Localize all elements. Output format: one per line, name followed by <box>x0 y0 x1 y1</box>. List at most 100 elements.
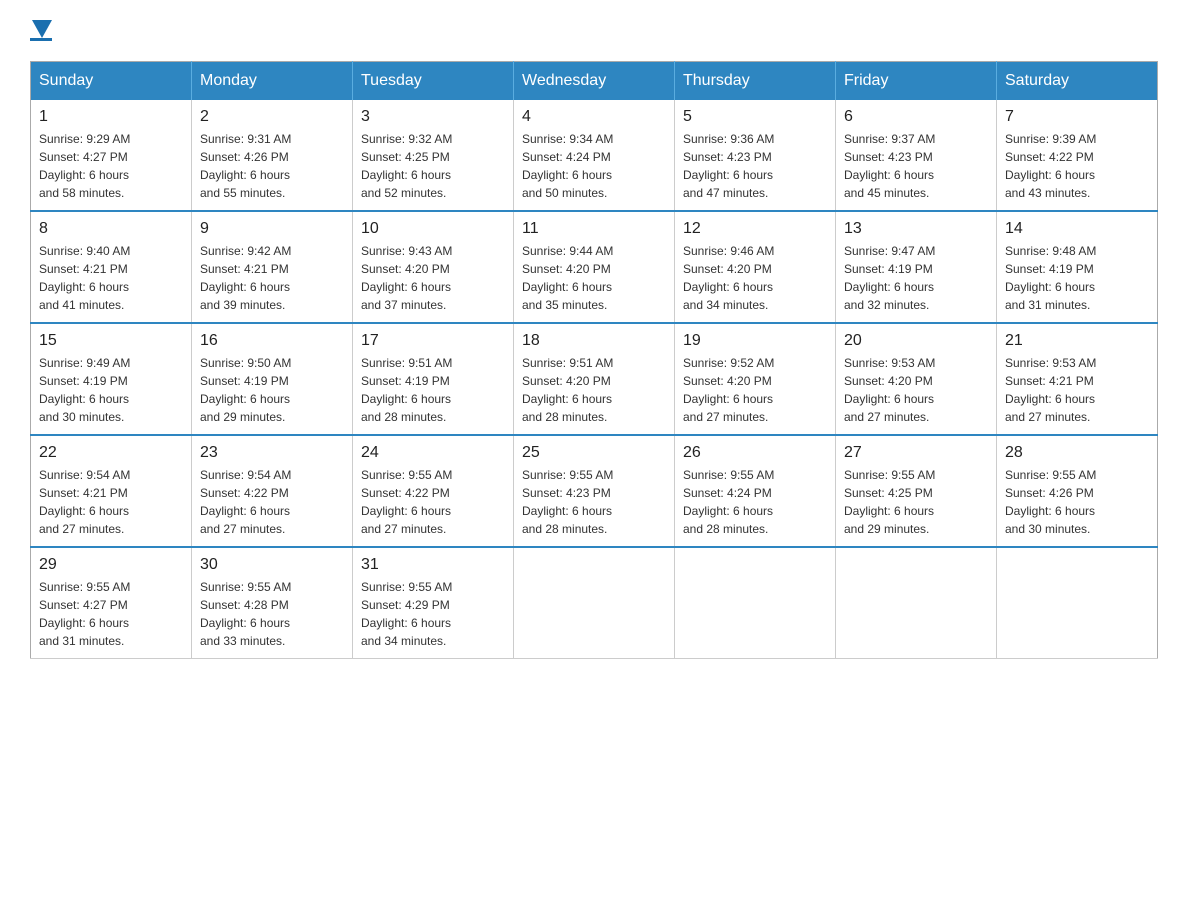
day-info: Sunrise: 9:55 AM Sunset: 4:29 PM Dayligh… <box>361 578 505 650</box>
day-info: Sunrise: 9:53 AM Sunset: 4:20 PM Dayligh… <box>844 354 988 426</box>
day-number: 4 <box>522 108 666 126</box>
day-info: Sunrise: 9:55 AM Sunset: 4:24 PM Dayligh… <box>683 466 827 538</box>
calendar-cell <box>675 547 836 659</box>
header-wednesday: Wednesday <box>514 62 675 101</box>
day-info: Sunrise: 9:46 AM Sunset: 4:20 PM Dayligh… <box>683 242 827 314</box>
day-number: 26 <box>683 444 827 462</box>
day-info: Sunrise: 9:40 AM Sunset: 4:21 PM Dayligh… <box>39 242 183 314</box>
day-number: 21 <box>1005 332 1149 350</box>
calendar-cell: 30 Sunrise: 9:55 AM Sunset: 4:28 PM Dayl… <box>192 547 353 659</box>
day-number: 6 <box>844 108 988 126</box>
day-info: Sunrise: 9:34 AM Sunset: 4:24 PM Dayligh… <box>522 130 666 202</box>
calendar-cell: 22 Sunrise: 9:54 AM Sunset: 4:21 PM Dayl… <box>31 435 192 547</box>
calendar-cell: 24 Sunrise: 9:55 AM Sunset: 4:22 PM Dayl… <box>353 435 514 547</box>
day-info: Sunrise: 9:55 AM Sunset: 4:27 PM Dayligh… <box>39 578 183 650</box>
calendar-cell: 15 Sunrise: 9:49 AM Sunset: 4:19 PM Dayl… <box>31 323 192 435</box>
calendar-cell: 11 Sunrise: 9:44 AM Sunset: 4:20 PM Dayl… <box>514 211 675 323</box>
day-number: 5 <box>683 108 827 126</box>
day-info: Sunrise: 9:55 AM Sunset: 4:25 PM Dayligh… <box>844 466 988 538</box>
calendar-cell: 29 Sunrise: 9:55 AM Sunset: 4:27 PM Dayl… <box>31 547 192 659</box>
calendar-table: SundayMondayTuesdayWednesdayThursdayFrid… <box>30 61 1158 659</box>
day-info: Sunrise: 9:31 AM Sunset: 4:26 PM Dayligh… <box>200 130 344 202</box>
calendar-cell: 17 Sunrise: 9:51 AM Sunset: 4:19 PM Dayl… <box>353 323 514 435</box>
logo-blue-part <box>30 20 52 36</box>
calendar-cell: 14 Sunrise: 9:48 AM Sunset: 4:19 PM Dayl… <box>997 211 1158 323</box>
day-number: 15 <box>39 332 183 350</box>
calendar-cell: 5 Sunrise: 9:36 AM Sunset: 4:23 PM Dayli… <box>675 100 836 211</box>
day-number: 18 <box>522 332 666 350</box>
calendar-cell <box>836 547 997 659</box>
calendar-week-1: 1 Sunrise: 9:29 AM Sunset: 4:27 PM Dayli… <box>31 100 1158 211</box>
day-number: 19 <box>683 332 827 350</box>
day-number: 10 <box>361 220 505 238</box>
calendar-cell: 31 Sunrise: 9:55 AM Sunset: 4:29 PM Dayl… <box>353 547 514 659</box>
calendar-cell: 8 Sunrise: 9:40 AM Sunset: 4:21 PM Dayli… <box>31 211 192 323</box>
calendar-cell: 21 Sunrise: 9:53 AM Sunset: 4:21 PM Dayl… <box>997 323 1158 435</box>
calendar-cell: 9 Sunrise: 9:42 AM Sunset: 4:21 PM Dayli… <box>192 211 353 323</box>
day-number: 1 <box>39 108 183 126</box>
day-info: Sunrise: 9:54 AM Sunset: 4:21 PM Dayligh… <box>39 466 183 538</box>
day-info: Sunrise: 9:48 AM Sunset: 4:19 PM Dayligh… <box>1005 242 1149 314</box>
day-info: Sunrise: 9:44 AM Sunset: 4:20 PM Dayligh… <box>522 242 666 314</box>
calendar-cell: 4 Sunrise: 9:34 AM Sunset: 4:24 PM Dayli… <box>514 100 675 211</box>
calendar-cell: 2 Sunrise: 9:31 AM Sunset: 4:26 PM Dayli… <box>192 100 353 211</box>
day-number: 2 <box>200 108 344 126</box>
day-number: 9 <box>200 220 344 238</box>
day-number: 11 <box>522 220 666 238</box>
page-header <box>30 20 1158 41</box>
calendar-cell: 16 Sunrise: 9:50 AM Sunset: 4:19 PM Dayl… <box>192 323 353 435</box>
calendar-cell: 6 Sunrise: 9:37 AM Sunset: 4:23 PM Dayli… <box>836 100 997 211</box>
calendar-week-4: 22 Sunrise: 9:54 AM Sunset: 4:21 PM Dayl… <box>31 435 1158 547</box>
day-info: Sunrise: 9:50 AM Sunset: 4:19 PM Dayligh… <box>200 354 344 426</box>
header-monday: Monday <box>192 62 353 101</box>
calendar-cell <box>514 547 675 659</box>
logo-triangle-icon <box>32 20 52 38</box>
day-info: Sunrise: 9:52 AM Sunset: 4:20 PM Dayligh… <box>683 354 827 426</box>
header-sunday: Sunday <box>31 62 192 101</box>
day-number: 29 <box>39 556 183 574</box>
calendar-cell: 20 Sunrise: 9:53 AM Sunset: 4:20 PM Dayl… <box>836 323 997 435</box>
day-info: Sunrise: 9:43 AM Sunset: 4:20 PM Dayligh… <box>361 242 505 314</box>
day-info: Sunrise: 9:32 AM Sunset: 4:25 PM Dayligh… <box>361 130 505 202</box>
day-number: 30 <box>200 556 344 574</box>
day-number: 3 <box>361 108 505 126</box>
day-info: Sunrise: 9:42 AM Sunset: 4:21 PM Dayligh… <box>200 242 344 314</box>
calendar-header-row: SundayMondayTuesdayWednesdayThursdayFrid… <box>31 62 1158 101</box>
day-number: 24 <box>361 444 505 462</box>
day-number: 12 <box>683 220 827 238</box>
day-number: 13 <box>844 220 988 238</box>
day-number: 8 <box>39 220 183 238</box>
calendar-cell: 13 Sunrise: 9:47 AM Sunset: 4:19 PM Dayl… <box>836 211 997 323</box>
calendar-cell: 25 Sunrise: 9:55 AM Sunset: 4:23 PM Dayl… <box>514 435 675 547</box>
calendar-cell: 1 Sunrise: 9:29 AM Sunset: 4:27 PM Dayli… <box>31 100 192 211</box>
calendar-cell: 26 Sunrise: 9:55 AM Sunset: 4:24 PM Dayl… <box>675 435 836 547</box>
day-info: Sunrise: 9:49 AM Sunset: 4:19 PM Dayligh… <box>39 354 183 426</box>
day-number: 27 <box>844 444 988 462</box>
calendar-week-3: 15 Sunrise: 9:49 AM Sunset: 4:19 PM Dayl… <box>31 323 1158 435</box>
header-saturday: Saturday <box>997 62 1158 101</box>
day-number: 16 <box>200 332 344 350</box>
header-thursday: Thursday <box>675 62 836 101</box>
day-info: Sunrise: 9:55 AM Sunset: 4:22 PM Dayligh… <box>361 466 505 538</box>
calendar-cell: 19 Sunrise: 9:52 AM Sunset: 4:20 PM Dayl… <box>675 323 836 435</box>
logo-underline <box>30 38 52 41</box>
day-info: Sunrise: 9:51 AM Sunset: 4:20 PM Dayligh… <box>522 354 666 426</box>
day-info: Sunrise: 9:37 AM Sunset: 4:23 PM Dayligh… <box>844 130 988 202</box>
logo <box>30 20 52 41</box>
calendar-cell: 12 Sunrise: 9:46 AM Sunset: 4:20 PM Dayl… <box>675 211 836 323</box>
header-friday: Friday <box>836 62 997 101</box>
day-number: 20 <box>844 332 988 350</box>
calendar-cell: 23 Sunrise: 9:54 AM Sunset: 4:22 PM Dayl… <box>192 435 353 547</box>
day-number: 23 <box>200 444 344 462</box>
header-tuesday: Tuesday <box>353 62 514 101</box>
calendar-cell: 7 Sunrise: 9:39 AM Sunset: 4:22 PM Dayli… <box>997 100 1158 211</box>
day-number: 25 <box>522 444 666 462</box>
calendar-cell: 27 Sunrise: 9:55 AM Sunset: 4:25 PM Dayl… <box>836 435 997 547</box>
calendar-cell: 3 Sunrise: 9:32 AM Sunset: 4:25 PM Dayli… <box>353 100 514 211</box>
calendar-cell: 18 Sunrise: 9:51 AM Sunset: 4:20 PM Dayl… <box>514 323 675 435</box>
calendar-week-5: 29 Sunrise: 9:55 AM Sunset: 4:27 PM Dayl… <box>31 547 1158 659</box>
day-number: 22 <box>39 444 183 462</box>
day-number: 14 <box>1005 220 1149 238</box>
day-info: Sunrise: 9:36 AM Sunset: 4:23 PM Dayligh… <box>683 130 827 202</box>
day-number: 28 <box>1005 444 1149 462</box>
